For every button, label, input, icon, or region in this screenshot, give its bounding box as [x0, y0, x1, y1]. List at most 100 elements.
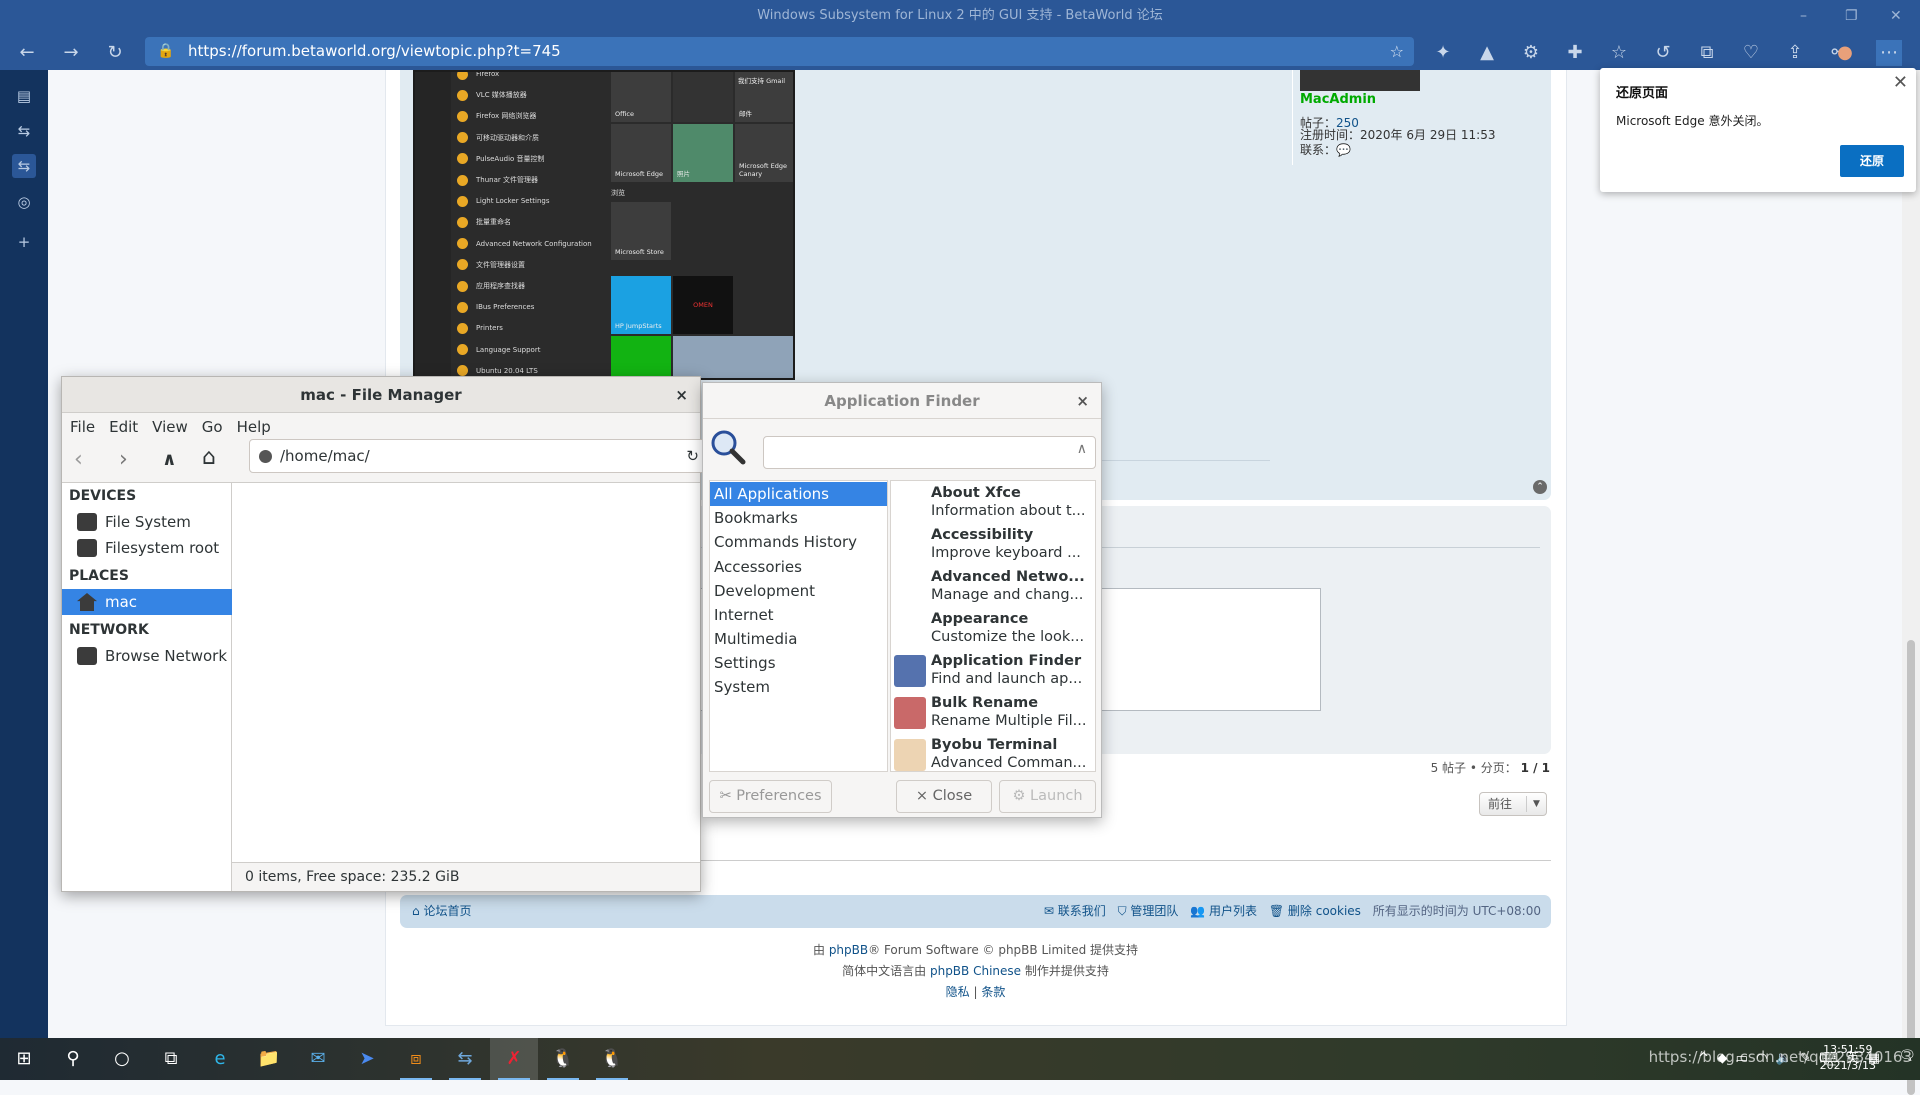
- home-icon[interactable]: ⌂: [202, 445, 216, 470]
- launch-button[interactable]: ⚙ Launch: [999, 780, 1096, 813]
- avatar[interactable]: [1300, 70, 1420, 91]
- extensions-icon[interactable]: ✚: [1562, 40, 1588, 66]
- side-item-file-system[interactable]: File System: [62, 509, 232, 535]
- contact-us-link[interactable]: ✉ 联系我们: [1044, 904, 1106, 918]
- category-commands-history[interactable]: Commands History: [710, 530, 887, 554]
- search-input[interactable]: ∧: [763, 436, 1096, 469]
- phpbb-chinese-link[interactable]: phpBB Chinese: [930, 964, 1021, 978]
- delete-cookies-link[interactable]: 🗑 删除 cookies: [1269, 904, 1361, 918]
- section-devices: DEVICES: [69, 488, 137, 504]
- file-view[interactable]: [232, 482, 700, 862]
- close-window-button[interactable]: ✕: [1890, 0, 1902, 32]
- jump-to-dropdown[interactable]: 前往 ▼: [1479, 792, 1547, 816]
- members-link[interactable]: 👥 用户列表: [1190, 904, 1257, 918]
- start-icon[interactable]: ⊞: [0, 1038, 48, 1080]
- history-icon[interactable]: ↺: [1650, 40, 1676, 66]
- collections-icon[interactable]: ✦: [1430, 40, 1456, 66]
- category-bookmarks[interactable]: Bookmarks: [710, 506, 887, 530]
- app-item[interactable]: Advanced Netwo... Manage and chang...: [891, 565, 1095, 607]
- forward-icon[interactable]: →: [58, 40, 84, 66]
- close-icon[interactable]: ×: [675, 377, 688, 413]
- edge-canary-icon[interactable]: e: [196, 1038, 244, 1080]
- close-icon[interactable]: ✕: [1893, 72, 1908, 93]
- xfce-app-icon[interactable]: ✗: [490, 1038, 538, 1080]
- extension-icon[interactable]: ▲: [1474, 40, 1500, 66]
- app-item[interactable]: Bulk Rename Rename Multiple Fil...: [891, 691, 1095, 733]
- active-app-icon[interactable]: ⇆: [12, 154, 36, 178]
- minimize-button[interactable]: –: [1800, 0, 1807, 32]
- app-item[interactable]: Byobu Terminal Advanced Comman...: [891, 733, 1095, 771]
- back-to-top-icon[interactable]: ⌃: [1533, 480, 1547, 494]
- privacy-link[interactable]: 隐私: [946, 985, 970, 999]
- task-view-icon[interactable]: ⧉: [147, 1038, 195, 1080]
- app-icon[interactable]: ⇆: [12, 119, 36, 143]
- more-icon[interactable]: ⋯: [1876, 40, 1902, 66]
- notification-center-icon[interactable]: 🗨: [1898, 1048, 1916, 1064]
- side-item-browse-network[interactable]: Browse Network: [62, 643, 232, 669]
- add-favorite-icon[interactable]: ☆: [1390, 37, 1404, 66]
- linux-app-2-icon[interactable]: 🐧: [588, 1038, 636, 1080]
- start-menu-item: 批量重命名: [453, 212, 511, 232]
- app-finder-title-bar[interactable]: Application Finder ×: [703, 383, 1101, 419]
- scrollbar-thumb[interactable]: [1907, 640, 1915, 1095]
- phpbb-link[interactable]: phpBB: [829, 943, 868, 957]
- menu-view[interactable]: View: [152, 418, 188, 436]
- remote-desktop-icon[interactable]: ⧈: [392, 1038, 440, 1080]
- contact-icon[interactable]: 💬: [1336, 143, 1351, 157]
- close-icon[interactable]: ×: [1076, 383, 1089, 419]
- parent-folder-icon[interactable]: ∧: [162, 449, 177, 470]
- back-icon[interactable]: ←: [14, 40, 40, 66]
- restore-button[interactable]: 还原: [1840, 145, 1904, 177]
- author-name[interactable]: MacAdmin: [1300, 92, 1376, 107]
- category-development[interactable]: Development: [710, 579, 887, 603]
- profile-avatar[interactable]: ●: [1832, 40, 1858, 66]
- forward-icon[interactable]: ›: [119, 447, 128, 472]
- menu-edit[interactable]: Edit: [109, 418, 138, 436]
- app-item[interactable]: Application Finder Find and launch ap...: [891, 649, 1095, 691]
- location-bar[interactable]: /home/mac/ ↻: [249, 439, 708, 473]
- file-explorer-icon[interactable]: 📁: [245, 1038, 293, 1080]
- back-icon[interactable]: ‹: [74, 447, 83, 472]
- cortana-icon[interactable]: ○: [98, 1038, 146, 1080]
- search-icon[interactable]: ⚲: [49, 1038, 97, 1080]
- file-manager-title-bar[interactable]: mac - File Manager ×: [62, 377, 700, 413]
- forum-home-link[interactable]: ⌂ 论坛首页: [412, 895, 471, 928]
- collapse-icon[interactable]: ∧: [1077, 441, 1087, 457]
- tab-actions-icon[interactable]: ⧉: [1694, 40, 1720, 66]
- add-icon[interactable]: +: [12, 230, 36, 254]
- wsl-app-icon[interactable]: ⇆: [441, 1038, 489, 1080]
- menu-go[interactable]: Go: [202, 418, 223, 436]
- category-multimedia[interactable]: Multimedia: [710, 627, 887, 651]
- browser-essentials-icon[interactable]: ♡: [1738, 40, 1764, 66]
- category-settings[interactable]: Settings: [710, 651, 887, 675]
- feedback-icon[interactable]: ➤: [343, 1038, 391, 1080]
- category-internet[interactable]: Internet: [710, 603, 887, 627]
- reload-icon[interactable]: ↻: [686, 440, 699, 472]
- category-all-applications[interactable]: All Applications: [710, 482, 887, 506]
- app-item[interactable]: About Xfce Information about t...: [891, 481, 1095, 523]
- favorites-icon[interactable]: ☆: [1606, 40, 1632, 66]
- refresh-icon[interactable]: ↻: [102, 40, 128, 66]
- team-link[interactable]: ⛉ 管理团队: [1118, 904, 1179, 918]
- linux-app-1-icon[interactable]: 🐧: [539, 1038, 587, 1080]
- tab-actions-icon[interactable]: ▤: [12, 84, 36, 108]
- menu-file[interactable]: File: [70, 418, 95, 436]
- side-item-filesystem-root[interactable]: Filesystem root: [62, 535, 232, 561]
- page-scrollbar[interactable]: [1902, 70, 1920, 1095]
- app-item[interactable]: Accessibility Improve keyboard ...: [891, 523, 1095, 565]
- address-bar[interactable]: 🔒 https://forum.betaworld.org/viewtopic.…: [145, 37, 1414, 66]
- terms-link[interactable]: 条款: [981, 985, 1005, 999]
- preferences-button[interactable]: ✂ Preferences: [709, 780, 832, 813]
- app-item[interactable]: Appearance Customize the look...: [891, 607, 1095, 649]
- watermark: https://blog.csdn.net/qq_29340163: [1648, 1048, 1912, 1066]
- share-icon[interactable]: ⇪: [1782, 40, 1808, 66]
- mail-icon[interactable]: ✉: [294, 1038, 342, 1080]
- close-button[interactable]: × Close: [896, 780, 992, 813]
- discover-icon[interactable]: ◎: [12, 190, 36, 214]
- restore-button[interactable]: ❐: [1845, 0, 1858, 32]
- category-accessories[interactable]: Accessories: [710, 555, 887, 579]
- menu-help[interactable]: Help: [237, 418, 271, 436]
- category-system[interactable]: System: [710, 675, 887, 699]
- side-item-mac[interactable]: mac: [62, 589, 232, 615]
- extension-icon-2[interactable]: ⚙: [1518, 40, 1544, 66]
